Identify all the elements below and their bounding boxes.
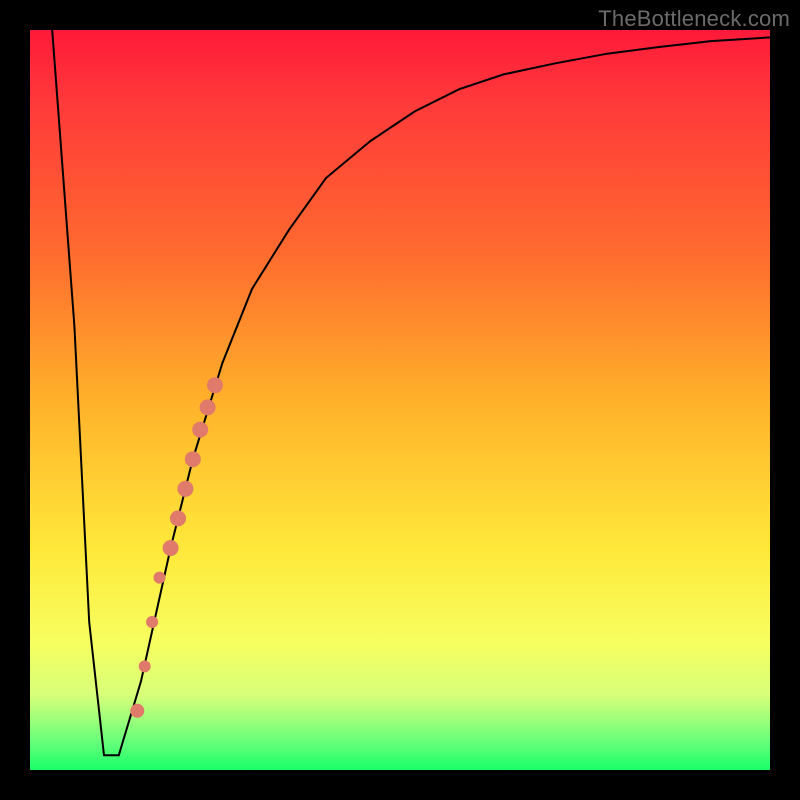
highlight-marker: [163, 540, 179, 556]
chart-svg: [30, 30, 770, 770]
plot-area: [30, 30, 770, 770]
watermark-text: TheBottleneck.com: [598, 6, 790, 32]
highlight-marker: [177, 481, 193, 497]
highlight-marker: [192, 422, 208, 438]
highlight-marker: [146, 616, 158, 628]
highlight-markers: [130, 377, 223, 718]
highlight-marker: [207, 377, 223, 393]
highlight-marker: [200, 399, 216, 415]
chart-frame: TheBottleneck.com: [0, 0, 800, 800]
highlight-marker: [154, 572, 166, 584]
bottleneck-curve: [52, 30, 770, 755]
highlight-marker: [130, 704, 144, 718]
highlight-marker: [139, 660, 151, 672]
highlight-marker: [185, 451, 201, 467]
highlight-marker: [170, 510, 186, 526]
